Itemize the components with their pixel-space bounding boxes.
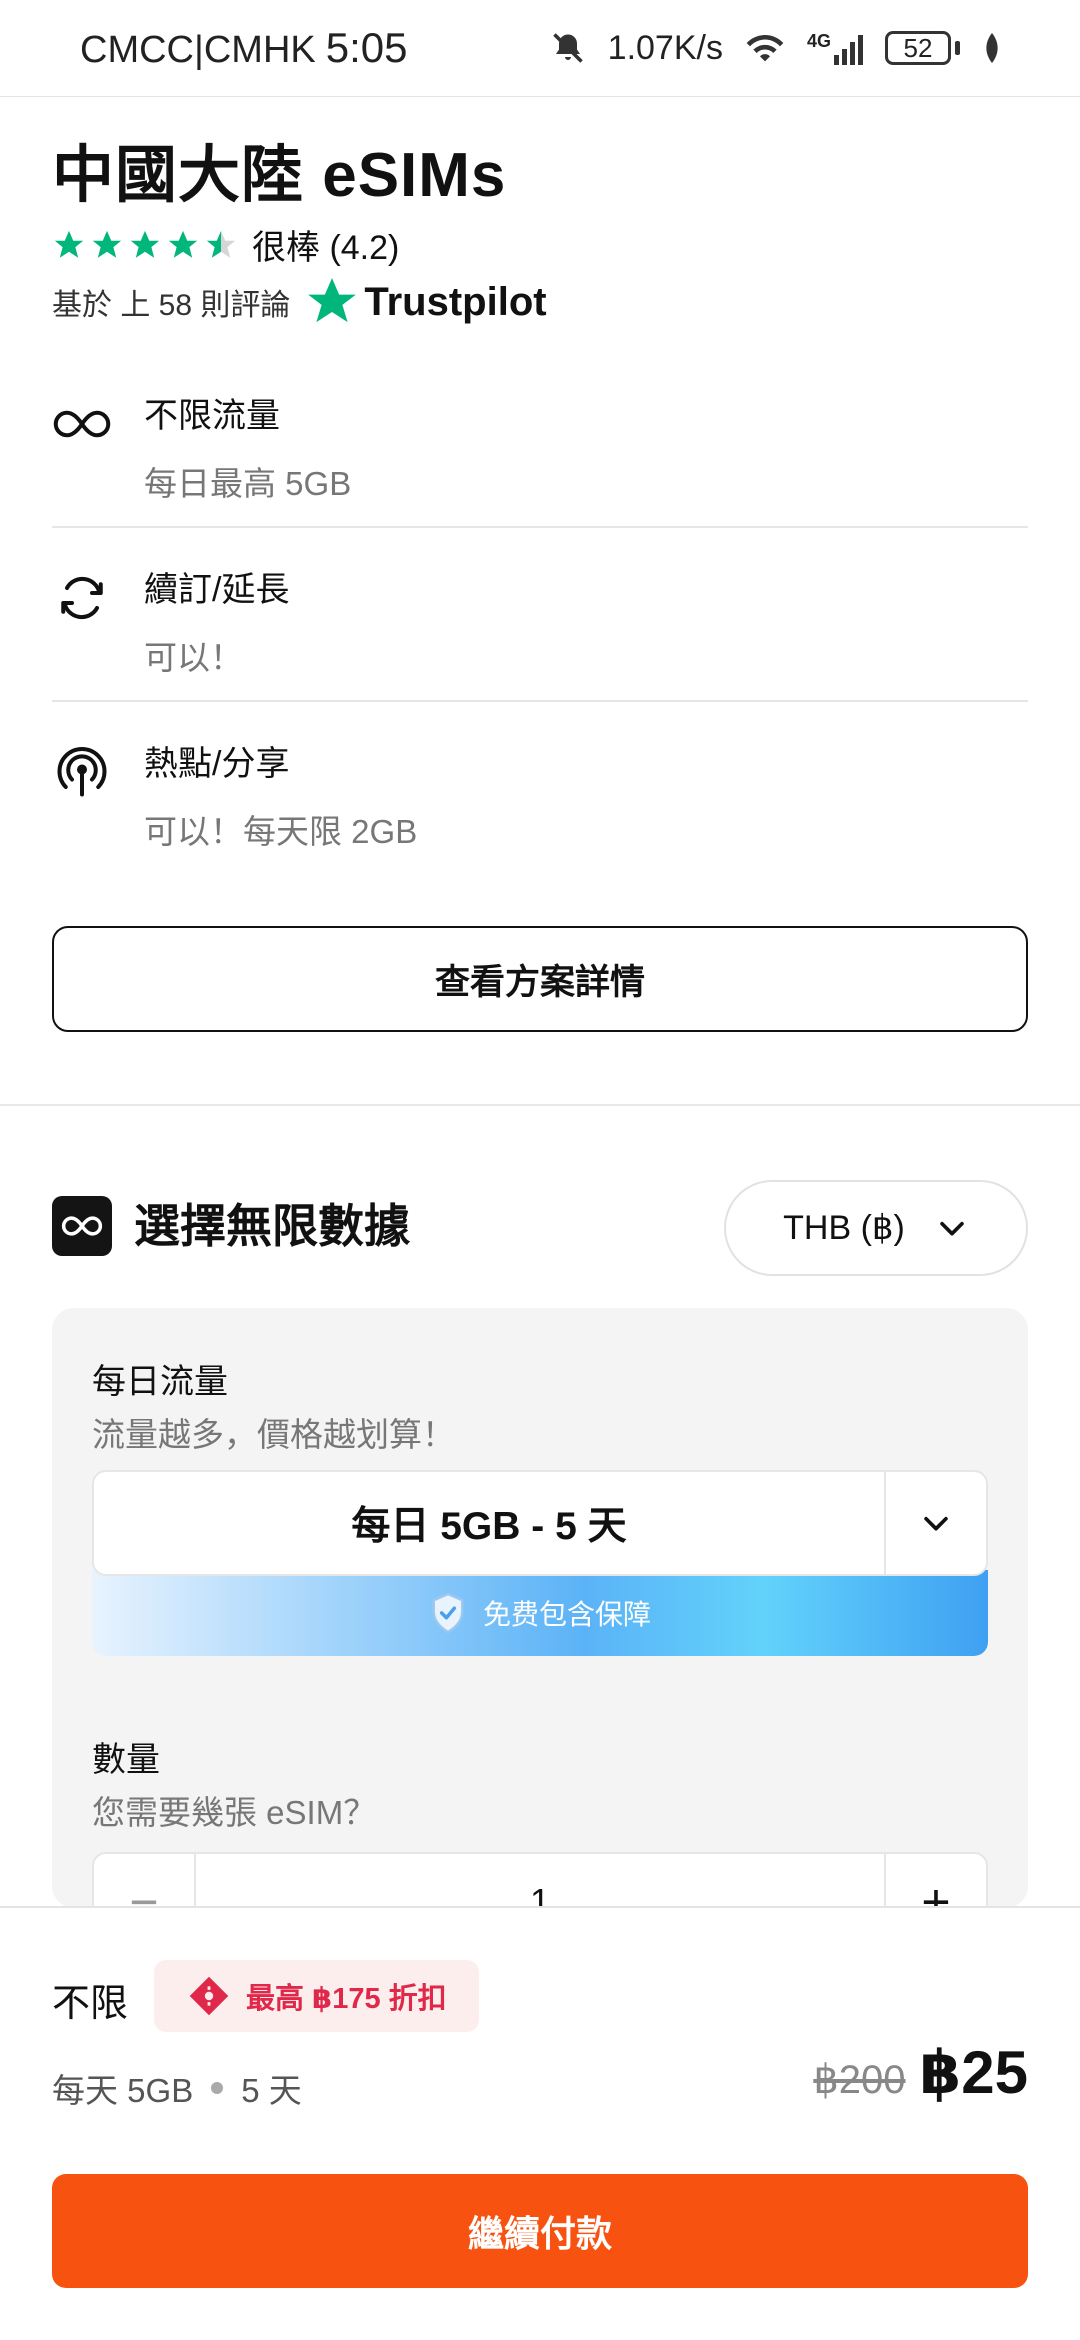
summary-days: 5 天 xyxy=(241,2072,302,2109)
quantity-subheading: 您需要幾張 eSIM？ xyxy=(92,1794,377,1831)
feature-label: 熱點/分享 xyxy=(144,745,290,783)
plan-card: 每日流量 流量越多，價格越划算！ 免费包含保障 每日 5GB - 5 天 數量 … xyxy=(52,1308,1028,1952)
star-icon xyxy=(168,230,198,258)
leaf-icon xyxy=(986,33,998,63)
trustpilot-row[interactable]: 基於 上 58 則評論 Trustpilot xyxy=(52,276,547,328)
star-icon xyxy=(54,230,84,258)
carrier-label: CMCC|CMHK xyxy=(80,29,316,71)
rating-stars xyxy=(52,228,238,262)
final-price: ฿25 xyxy=(919,2039,1029,2106)
daily-data-heading: 每日流量 xyxy=(92,1363,228,1401)
chevron-down-icon xyxy=(940,1221,964,1236)
feature-label: 續訂/延長 xyxy=(144,571,290,609)
daily-data-subheading: 流量越多，價格越划算！ xyxy=(92,1416,455,1453)
view-plan-details-button[interactable]: 查看方案詳情 xyxy=(52,926,1028,1032)
feature-unlimited-data: 不限流量 每日最高 5GB xyxy=(52,388,1028,505)
bell-off-icon xyxy=(552,33,583,63)
feature-label: 不限流量 xyxy=(144,397,280,435)
checkout-bar: 不限 最高 ฿175 折扣 每天 5GB 5 天 ฿200 ฿25 繼續付款 xyxy=(0,1906,1080,2340)
star-half-icon xyxy=(206,230,236,258)
wifi-icon xyxy=(746,34,784,62)
daily-plan-select[interactable]: 每日 5GB - 5 天 xyxy=(92,1470,988,1576)
trustpilot-star-icon xyxy=(308,278,357,323)
quantity-heading: 數量 xyxy=(92,1741,160,1779)
hotspot-icon xyxy=(57,747,107,797)
original-price: ฿200 xyxy=(813,2058,906,2102)
star-icon xyxy=(130,230,160,258)
protection-label: 免费包含保障 xyxy=(482,1599,651,1630)
status-bar: CMCC|CMHK 5:05 1.07K/s 4G 52 xyxy=(0,0,1080,96)
clock: 5:05 xyxy=(325,24,408,71)
discount-badge: 最高 ฿175 折扣 xyxy=(154,1960,479,2032)
refresh-icon xyxy=(61,576,103,620)
summary-detail: 每天 5GB 5 天 xyxy=(52,2064,302,2112)
currency-label: THB (฿) xyxy=(783,1209,905,1247)
rating-text: 很棒 (4.2) xyxy=(252,229,400,267)
feature-value: 每日最高 5GB xyxy=(144,465,352,502)
feature-value: 可以！ xyxy=(144,639,243,676)
trustpilot-brand: Trustpilot xyxy=(364,279,547,324)
reviews-count: 基於 上 58 則評論 xyxy=(52,289,291,322)
infinity-icon xyxy=(61,1216,103,1236)
selected-plan: 每日 5GB - 5 天 xyxy=(351,1505,627,1548)
shield-check-icon xyxy=(432,1592,464,1634)
battery-indicator: 52 xyxy=(885,31,960,65)
feature-renewal: 續訂/延長 可以！ xyxy=(52,562,1028,679)
tag-icon xyxy=(189,1976,229,2016)
summary-label: 不限 xyxy=(52,1983,129,2025)
currency-selector[interactable]: THB (฿) xyxy=(724,1180,1028,1276)
plan-dropdown-toggle[interactable] xyxy=(884,1472,986,1574)
rating-row: 很棒 (4.2) xyxy=(52,220,399,269)
separator-dot xyxy=(211,2082,224,2094)
section-title: 選擇無限數據 xyxy=(134,1200,410,1252)
signal-icon: 4G xyxy=(807,31,863,65)
star-icon xyxy=(92,230,122,258)
network-type: 4G xyxy=(806,31,831,51)
chevron-down-icon xyxy=(924,1516,948,1531)
battery-level: 52 xyxy=(903,32,933,63)
protection-banner: 免费包含保障 xyxy=(92,1570,988,1656)
summary-data: 每天 5GB xyxy=(52,2072,194,2109)
continue-payment-button[interactable]: 繼續付款 xyxy=(52,2174,1028,2288)
infinity-icon xyxy=(53,410,111,438)
discount-text: 最高 ฿175 折扣 xyxy=(246,1983,447,2015)
trustpilot-logo: Trustpilot xyxy=(306,276,547,328)
feature-hotspot: 熱點/分享 可以！每天限 2GB xyxy=(52,736,1028,853)
price-block: ฿200 ฿25 xyxy=(813,2038,1028,2108)
unlimited-data-icon xyxy=(52,1196,112,1256)
page-title: 中國大陸 eSIMs xyxy=(52,141,507,210)
network-speed: 1.07K/s xyxy=(607,28,723,67)
feature-value: 可以！每天限 2GB xyxy=(144,813,418,850)
